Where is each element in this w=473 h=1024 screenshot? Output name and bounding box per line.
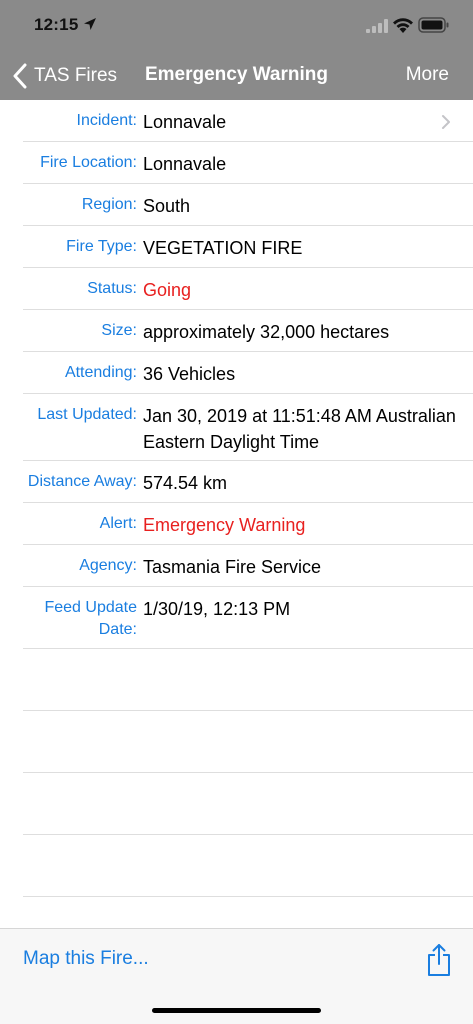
detail-list: Incident: Lonnavale Fire Location: Lonna… <box>0 100 473 897</box>
detail-row-size: Size: approximately 32,000 hectares <box>23 310 473 352</box>
detail-label: Feed Update Date: <box>44 599 137 638</box>
detail-label: Status: <box>87 280 137 297</box>
detail-label: Region: <box>81 196 137 213</box>
screen: 12:15 TAS Fires Emergency Warning More I… <box>0 0 473 1024</box>
detail-label: Size: <box>101 322 137 339</box>
empty-row <box>23 835 473 897</box>
cellular-signal-icon <box>366 19 388 33</box>
detail-row-region: Region: South <box>23 184 473 226</box>
status-time: 12:15 <box>34 15 79 34</box>
share-icon[interactable] <box>426 943 452 977</box>
battery-icon <box>418 17 449 33</box>
detail-value: approximately 32,000 hectares <box>143 322 390 342</box>
detail-row-status: Status: Going <box>23 268 473 310</box>
header: 12:15 TAS Fires Emergency Warning More <box>0 0 473 100</box>
empty-row <box>23 711 473 773</box>
chevron-right-icon <box>442 115 450 129</box>
detail-label: Incident: <box>76 112 137 129</box>
empty-row <box>23 649 473 711</box>
location-arrow-icon <box>84 18 96 30</box>
home-indicator <box>152 1008 321 1013</box>
detail-row-distance-away: Distance Away: 574.54 km <box>23 461 473 503</box>
page-title: Emergency Warning <box>144 64 328 85</box>
detail-label: Fire Location: <box>40 154 137 171</box>
detail-value-status: Going <box>143 280 192 300</box>
detail-label: Last Updated: <box>37 406 137 423</box>
detail-row-agency: Agency: Tasmania Fire Service <box>23 545 473 587</box>
detail-value-alert: Emergency Warning <box>143 515 306 535</box>
navigation-bar: TAS Fires Emergency Warning More <box>0 50 473 100</box>
more-button[interactable]: More <box>406 64 449 86</box>
detail-value: 574.54 km <box>143 473 228 493</box>
detail-value: 36 Vehicles <box>143 364 236 384</box>
detail-label: Distance Away: <box>27 473 137 490</box>
detail-value: VEGETATION FIRE <box>143 238 303 258</box>
detail-label: Agency: <box>79 557 137 574</box>
detail-value: Lonnavale <box>143 112 227 132</box>
detail-label: Alert: <box>99 515 137 532</box>
detail-row-incident[interactable]: Incident: Lonnavale <box>23 100 473 142</box>
wifi-icon <box>393 18 413 33</box>
detail-label: Fire Type: <box>66 238 137 255</box>
detail-row-fire-type: Fire Type: VEGETATION FIRE <box>23 226 473 268</box>
detail-row-attending: Attending: 36 Vehicles <box>23 352 473 394</box>
detail-value: South <box>143 196 191 216</box>
detail-row-fire-location: Fire Location: Lonnavale <box>23 142 473 184</box>
map-this-fire-button[interactable]: Map this Fire... <box>23 948 149 970</box>
detail-value: Lonnavale <box>143 154 227 174</box>
status-bar: 12:15 <box>0 0 473 50</box>
detail-row-feed-update-date: Feed Update Date: 1/30/19, 12:13 PM <box>23 587 473 649</box>
empty-row <box>23 773 473 835</box>
detail-row-alert: Alert: Emergency Warning <box>23 503 473 545</box>
detail-value: Tasmania Fire Service <box>143 557 322 577</box>
detail-value: 1/30/19, 12:13 PM <box>143 599 291 619</box>
detail-row-last-updated: Last Updated: Jan 30, 2019 at 11:51:48 A… <box>23 394 473 461</box>
detail-label: Attending: <box>64 364 137 381</box>
detail-value: Jan 30, 2019 at 11:51:48 AM Australian E… <box>143 406 456 452</box>
